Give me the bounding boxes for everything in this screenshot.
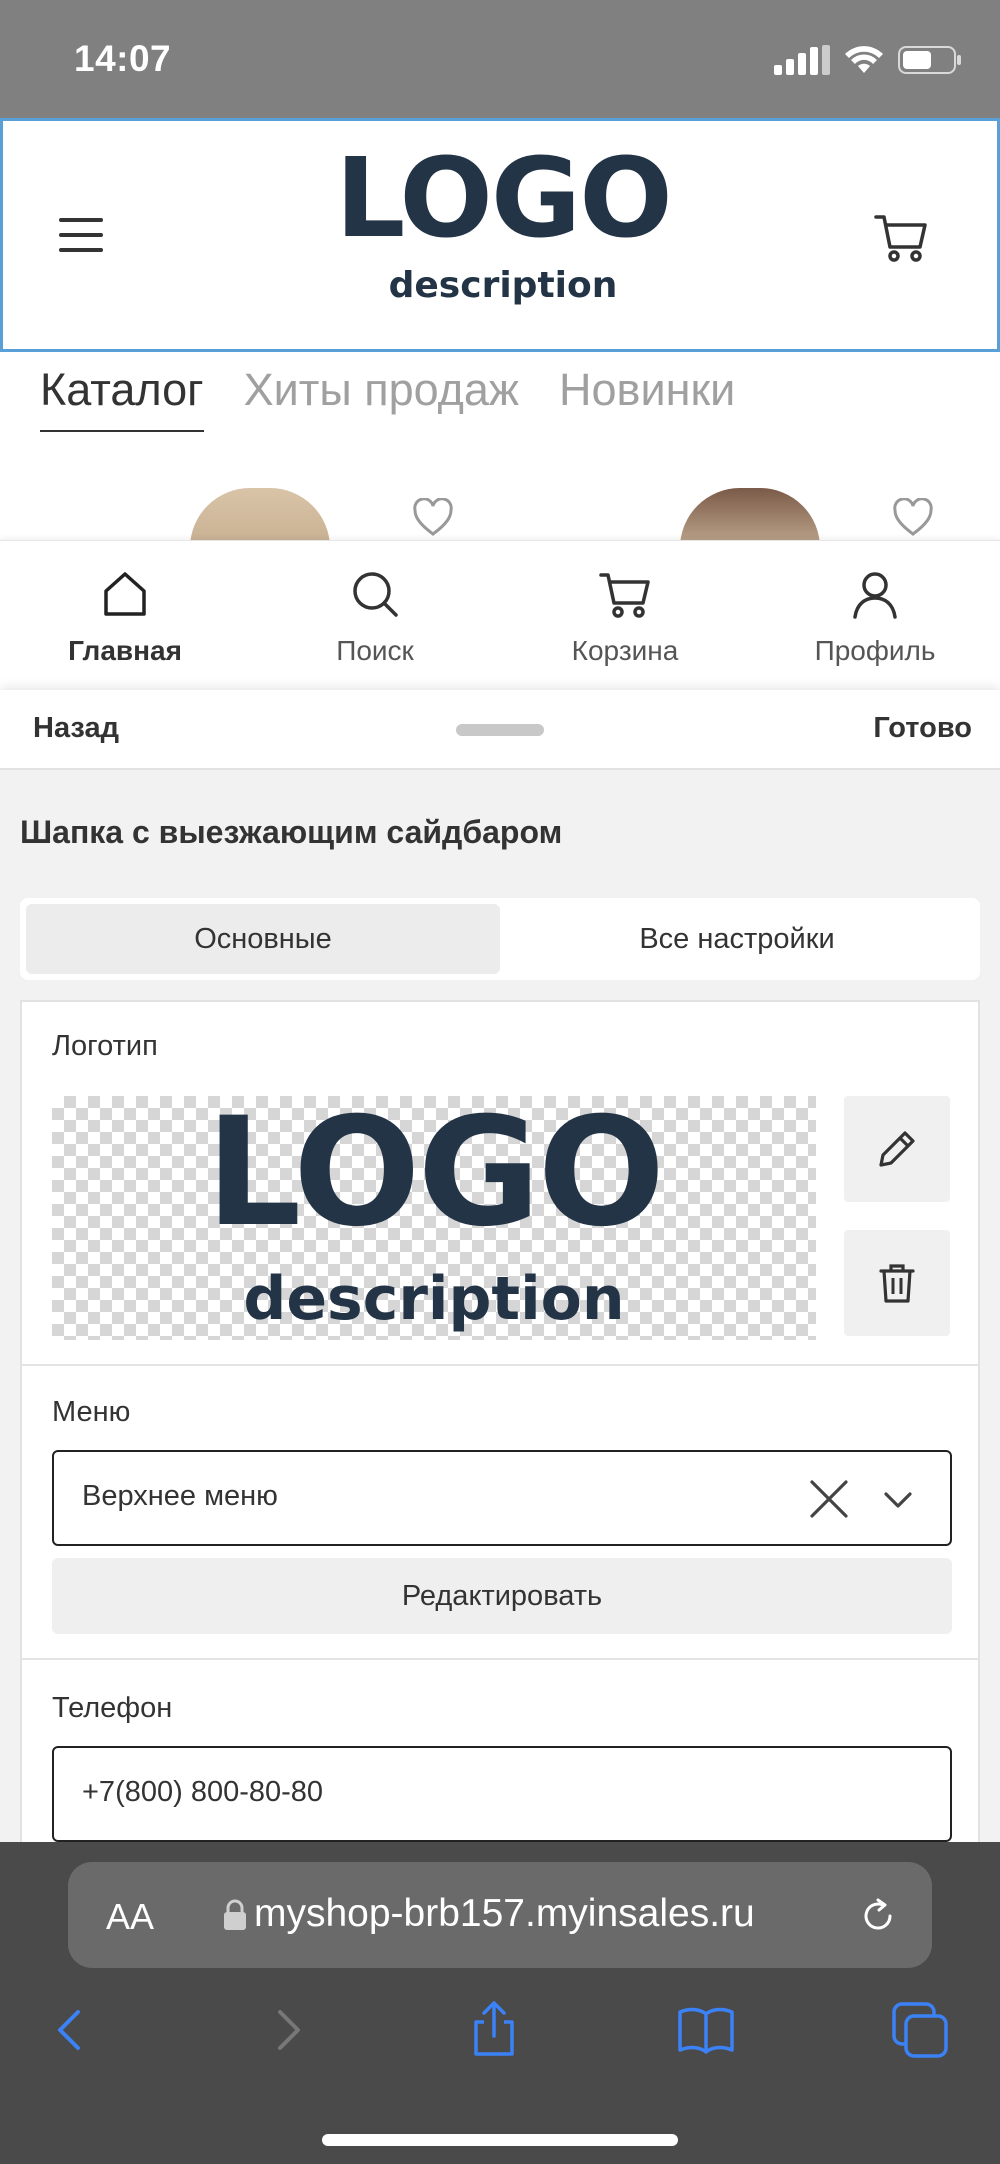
bottom-nav: Главная Поиск Корзина Профиль [0,540,1000,688]
home-icon [104,572,146,616]
cart-icon [599,573,650,618]
preview-logo-description: description [243,1264,625,1334]
edit-menu-button[interactable]: Редактировать [52,1558,952,1634]
nav-search-label: Поиск [336,635,414,666]
nav-cart[interactable]: Корзина [500,541,750,688]
clear-icon[interactable] [806,1476,852,1522]
preview-logo-text: LOGO [205,1086,665,1260]
menu-field-label: Меню [52,1396,131,1428]
settings-panel: Логотип LOGO description Меню Верхнее ме… [20,1000,980,1860]
logo-field-label: Логотип [52,1030,158,1062]
menu-select-value: Верхнее меню [82,1480,278,1512]
status-bar: 14:07 [0,0,1000,118]
trash-icon [879,1264,915,1303]
phone-input[interactable]: +7(800) 800-80-80 [52,1746,952,1842]
pencil-icon [879,1131,915,1167]
tab-all-settings[interactable]: Все настройки [500,904,974,974]
search-icon [353,572,398,617]
bookmarks-icon[interactable] [674,1998,738,2062]
logo-preview: LOGO description [52,1096,816,1340]
settings-sheet: Назад Готово Шапка с выезжающим сайдбаро… [0,690,1000,1860]
chevron-down-icon[interactable] [880,1482,916,1518]
store-header: LOGO description [0,118,1000,352]
browser-chrome: AA myshop-brb157.myinsales.ru [0,1842,1000,2164]
text-size-label: AA [106,1896,155,1937]
status-icons [774,40,962,80]
favorite-icon[interactable] [412,498,454,538]
nav-search[interactable]: Поиск [250,541,500,688]
divider [22,1658,978,1660]
nav-cart-label: Корзина [571,635,679,666]
edit-logo-button[interactable] [844,1096,950,1202]
favorite-icon[interactable] [892,498,934,538]
phone-input-value: +7(800) 800-80-80 [82,1776,324,1808]
sheet-title: Шапка с выезжающим сайдбаром [20,814,563,850]
home-indicator [322,2134,678,2146]
forward-arrow-icon[interactable] [254,1998,318,2062]
share-icon[interactable] [462,1998,526,2062]
signal-icon [774,45,830,75]
battery-icon [898,46,961,74]
cart-icon[interactable] [873,209,929,265]
tab-new[interactable]: Новинки [559,364,735,432]
profile-icon [853,572,897,619]
tab-bestsellers[interactable]: Хиты продаж [244,364,519,432]
catalog-tabs: Каталог Хиты продаж Новинки [40,364,735,432]
browser-toolbar [0,1998,1000,2088]
store-logo[interactable]: LOGO [3,143,1000,253]
sheet-drag-handle[interactable] [456,724,544,736]
nav-home[interactable]: Главная [0,541,250,688]
tabs-icon[interactable] [888,1998,952,2062]
text-size-button[interactable]: AA [106,1896,154,1938]
status-time: 14:07 [74,38,172,79]
nav-profile-label: Профиль [814,635,936,666]
sheet-header: Назад Готово [0,690,1000,770]
store-logo-description: description [388,265,618,306]
done-button[interactable]: Готово [873,712,972,745]
lock-icon [224,1899,246,1930]
wifi-icon [845,46,883,73]
settings-tabs: Основные Все настройки [20,898,980,980]
reload-icon[interactable] [858,1896,898,1936]
divider [22,1364,978,1366]
product-grid-peek [0,488,1000,540]
address-bar[interactable]: AA myshop-brb157.myinsales.ru [68,1862,932,1968]
nav-home-label: Главная [68,635,182,666]
tab-catalog[interactable]: Каталог [40,364,204,432]
product-image[interactable] [190,488,330,540]
url-text: myshop-brb157.myinsales.ru [254,1892,755,1935]
back-arrow-icon[interactable] [40,1998,104,2062]
delete-logo-button[interactable] [844,1230,950,1336]
tab-basic[interactable]: Основные [26,904,500,974]
back-button[interactable]: Назад [33,712,119,745]
nav-profile[interactable]: Профиль [750,541,1000,688]
phone-field-label: Телефон [52,1692,173,1724]
product-image[interactable] [680,488,820,540]
menu-select[interactable]: Верхнее меню [52,1450,952,1546]
